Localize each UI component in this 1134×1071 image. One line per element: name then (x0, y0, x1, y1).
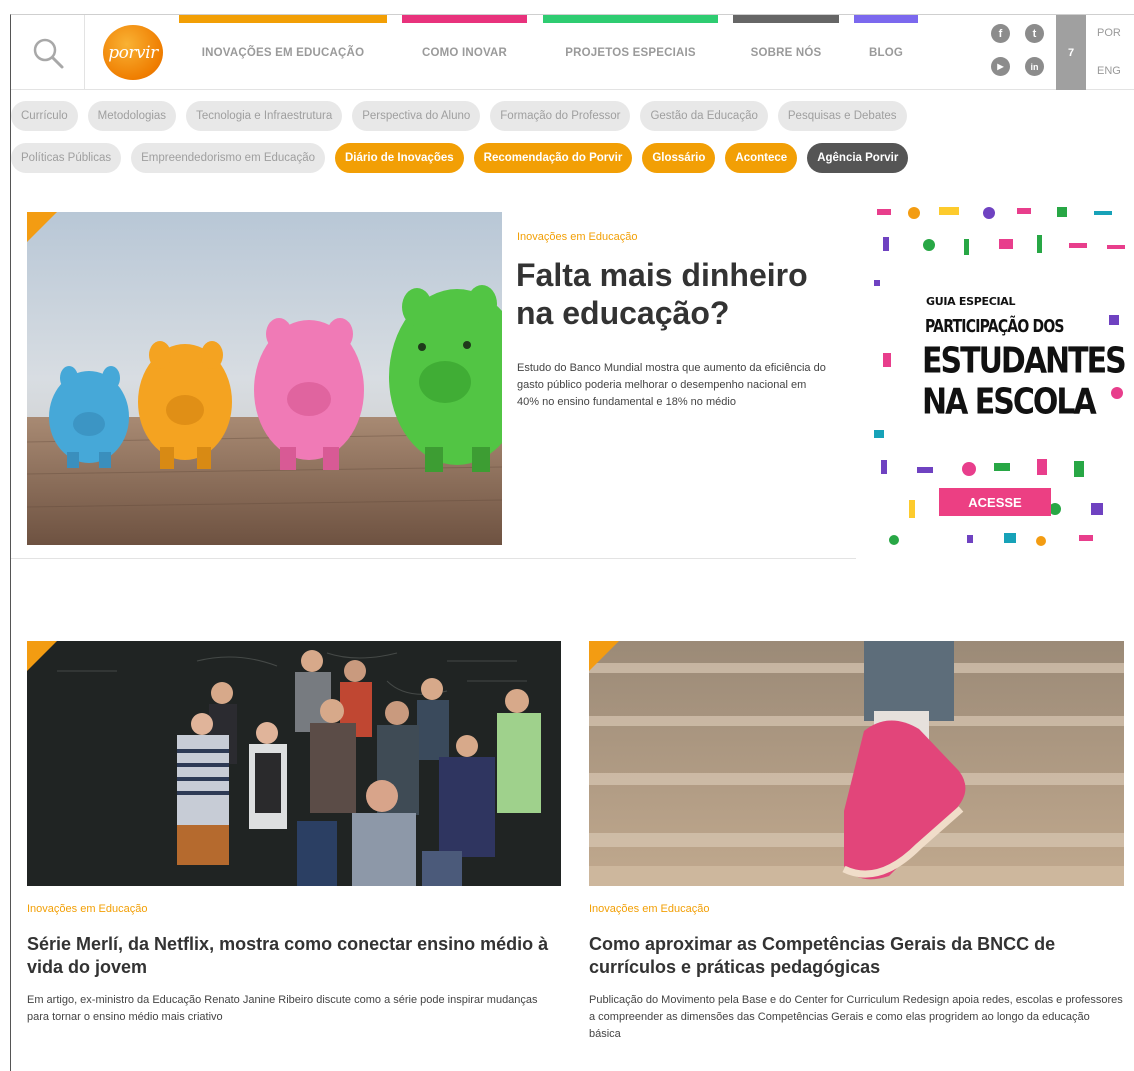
featured-divider (11, 558, 856, 559)
nav-como-inovar[interactable]: COMO INOVAR (402, 15, 527, 90)
tag-metodologias[interactable]: Metodologias (87, 101, 177, 131)
nav-sobre-label: SOBRE NÓS (750, 46, 822, 59)
nav-inovacoes[interactable]: INOVAÇÕES EM EDUCAÇÃO (179, 15, 387, 90)
article-1-title[interactable]: Série Merlí, da Netflix, mostra como con… (27, 933, 562, 978)
nav-projetos-label: PROJETOS ESPECIAIS (565, 46, 696, 59)
merli-cast-photo (27, 641, 561, 886)
tag-recomendacao-porvir[interactable]: Recomendação do Porvir (473, 143, 633, 173)
tag-acontece[interactable]: Acontece (725, 143, 798, 173)
tag-empreendedorismo[interactable]: Empreendedorismo em Educação (131, 143, 325, 173)
piggy-banks-image (27, 212, 502, 545)
article-2-title[interactable]: Como aproximar as Competências Gerais da… (589, 933, 1124, 978)
logo-text: porvir (108, 42, 158, 63)
ad-title-line2: ESTUDANTES (922, 340, 1127, 382)
article-2-image[interactable] (589, 641, 1124, 886)
twitter-icon[interactable]: t (1025, 24, 1044, 43)
article-1-category[interactable]: Inovações em Educação (27, 903, 147, 915)
tag-curriculo[interactable]: Currículo (11, 101, 78, 131)
article-2-corner-marker (589, 641, 619, 671)
ad-title-line3: NA ESCOLA (922, 381, 1097, 423)
site-header: porvir INOVAÇÕES EM EDUCAÇÃO COMO INOVAR… (11, 15, 1134, 90)
nav-como-inovar-bar (402, 15, 527, 23)
tag-glossario[interactable]: Glossário (642, 143, 716, 173)
featured-corner-marker (27, 212, 57, 242)
nav-inovacoes-label: INOVAÇÕES EM EDUCAÇÃO (201, 46, 365, 59)
facebook-icon[interactable]: f (991, 24, 1010, 43)
nav-como-inovar-label: COMO INOVAR (421, 46, 508, 59)
nav-blog-label: BLOG (868, 46, 904, 59)
nav-blog-bar (854, 15, 918, 23)
lang-por[interactable]: POR (1097, 27, 1121, 39)
nav-sobre-bar (733, 15, 839, 23)
youtube-icon[interactable]: ▶ (991, 57, 1010, 76)
tag-tecnologia[interactable]: Tecnologia e Infraestrutura (186, 101, 343, 131)
article-1-image[interactable] (27, 641, 561, 886)
nav-sobre-nos[interactable]: SOBRE NÓS (733, 15, 839, 90)
nav-projetos-bar (543, 15, 718, 23)
ad-title-line1: PARTICIPAÇÃO DOS (925, 317, 1065, 337)
tags-row-2: Políticas Públicas Empreendedorismo em E… (11, 142, 909, 174)
ad-kicker: GUIA ESPECIAL (926, 295, 1016, 308)
featured-description: Estudo do Banco Mundial mostra que aumen… (517, 362, 826, 409)
article-1-description: Em artigo, ex-ministro da Educação Renat… (27, 994, 538, 1024)
ad-acesse-button[interactable]: ACESSE (939, 488, 1051, 516)
nav-inovacoes-bar (179, 15, 387, 23)
article-1-corner-marker (27, 641, 57, 671)
featured-image[interactable] (27, 212, 502, 545)
article-2-category[interactable]: Inovações em Educação (589, 903, 709, 915)
nav-blog[interactable]: BLOG (854, 15, 918, 90)
tag-politicas-publicas[interactable]: Políticas Públicas (11, 143, 122, 173)
featured-title[interactable]: Falta mais dinheiro na educação? (516, 256, 836, 333)
search-icon (33, 38, 63, 68)
social-links: f t ▶ in (991, 21, 1053, 85)
article-2-description: Publicação do Movimento pela Base e do C… (589, 994, 1123, 1041)
nav-projetos-especiais[interactable]: PROJETOS ESPECIAIS (543, 15, 718, 90)
featured-category[interactable]: Inovações em Educação (517, 231, 637, 243)
lang-eng[interactable]: ENG (1097, 65, 1121, 77)
tag-perspectiva-aluno[interactable]: Perspectiva do Aluno (352, 101, 481, 131)
pink-sneakers-stairs-photo (589, 641, 1124, 886)
tag-diario-inovacoes[interactable]: Diário de Inovações (335, 143, 464, 173)
tag-pesquisas-debates[interactable]: Pesquisas e Debates (777, 101, 907, 131)
tag-agencia-porvir[interactable]: Agência Porvir (807, 143, 909, 173)
tags-row-1: Currículo Metodologias Tecnologia e Infr… (11, 100, 907, 132)
linkedin-icon[interactable]: in (1025, 57, 1044, 76)
tag-formacao-professor[interactable]: Formação do Professor (490, 101, 631, 131)
porvir-logo[interactable]: porvir (103, 25, 163, 80)
notification-badge[interactable]: 7 (1056, 15, 1086, 90)
tag-gestao-educacao[interactable]: Gestão da Educação (640, 101, 768, 131)
ad-banner[interactable]: GUIA ESPECIAL PARTICIPAÇÃO DOS ESTUDANTE… (869, 205, 1134, 550)
search-button[interactable] (11, 15, 85, 90)
